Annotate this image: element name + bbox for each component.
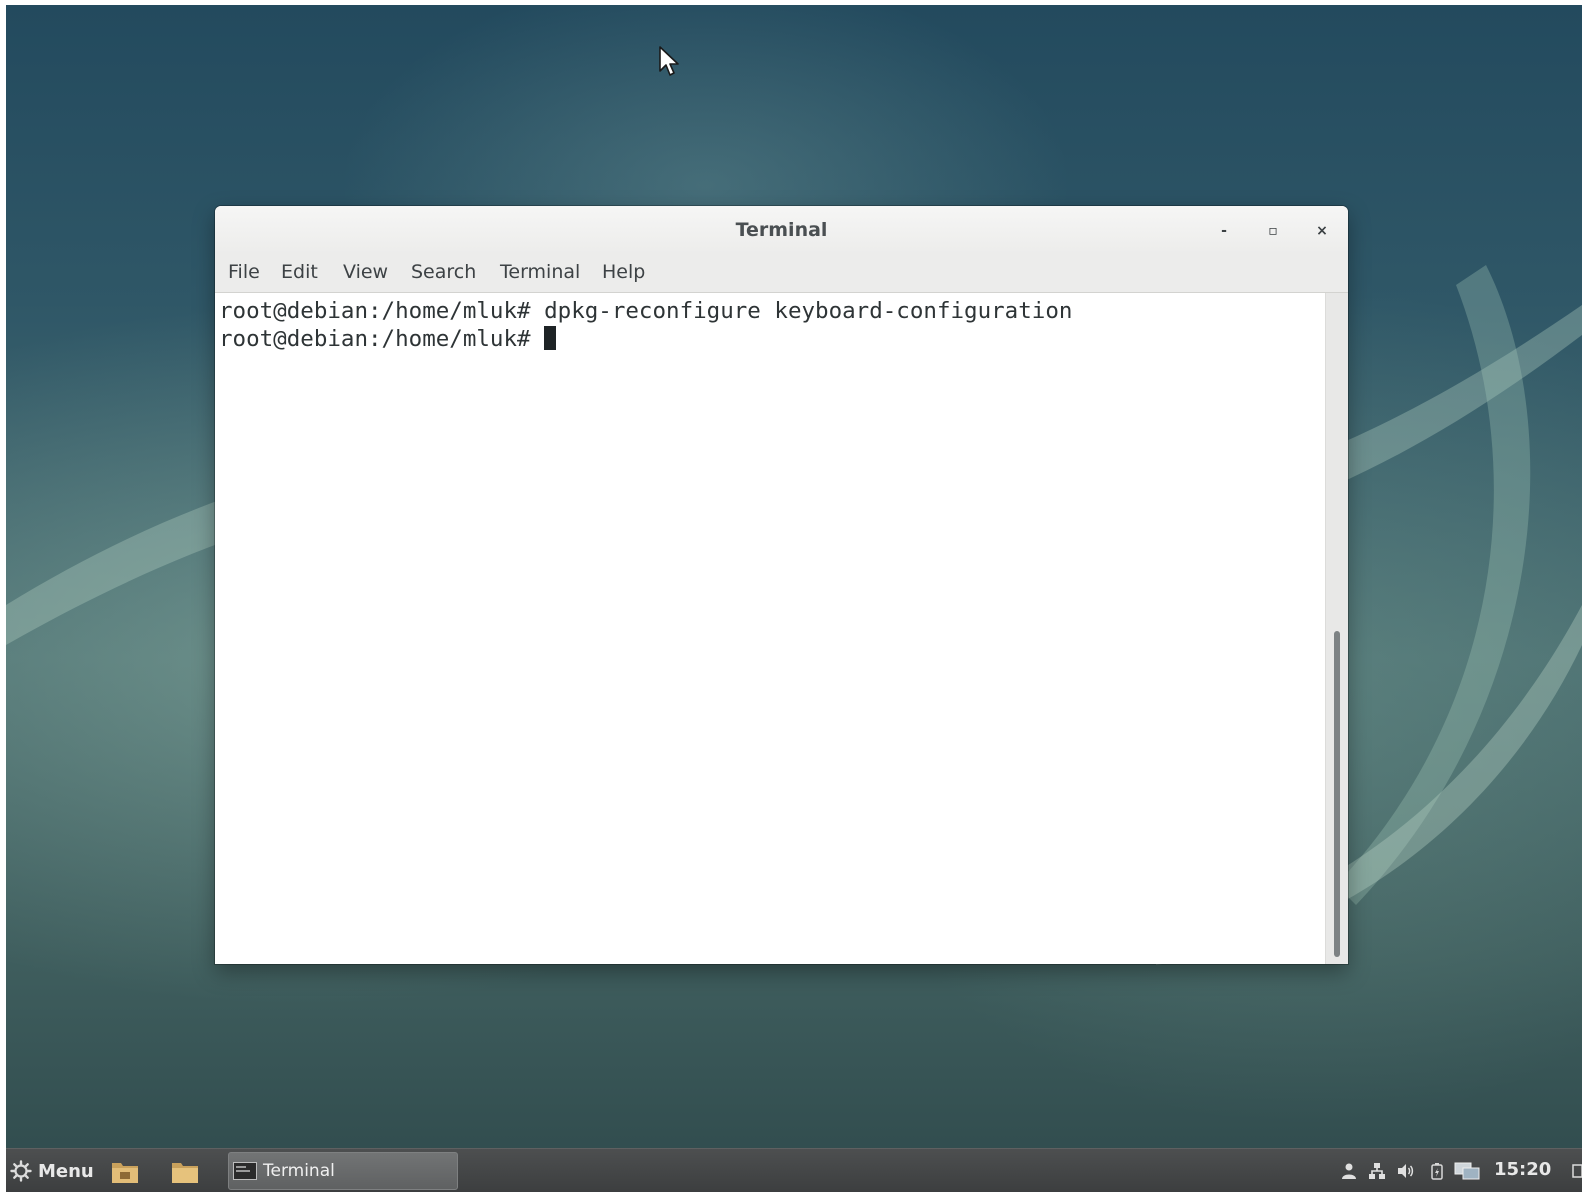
terminal-prompt-line: root@debian:/home/mluk#	[219, 326, 557, 352]
battery-icon[interactable]	[1428, 1162, 1446, 1180]
mouse-pointer-icon	[659, 46, 679, 76]
scrollbar[interactable]	[1325, 293, 1348, 964]
gear-icon	[10, 1160, 32, 1182]
network-icon[interactable]	[1368, 1162, 1386, 1180]
terminal-line-text: root@debian:/home/mluk#	[219, 326, 545, 352]
menu-edit[interactable]: Edit	[281, 261, 318, 283]
file-manager-home-icon	[112, 1163, 138, 1183]
menu-button[interactable]: Menu	[10, 1155, 94, 1187]
taskbar-item-terminal[interactable]: Terminal	[228, 1152, 458, 1190]
close-button[interactable]: ×	[1309, 218, 1335, 244]
minimize-button[interactable]: -	[1211, 218, 1237, 244]
display-icon[interactable]	[1454, 1162, 1480, 1180]
menu-file[interactable]: File	[228, 261, 260, 283]
menu-view[interactable]: View	[343, 261, 388, 283]
text-cursor	[544, 326, 557, 350]
terminal-icon	[233, 1162, 257, 1180]
file-manager-home-launcher[interactable]	[110, 1157, 140, 1185]
scrollbar-thumb[interactable]	[1334, 631, 1340, 957]
window-titlebar[interactable]: Terminal - ▫ ×	[215, 206, 1348, 254]
terminal-line: root@debian:/home/mluk# dpkg-reconfigure…	[219, 298, 1072, 324]
show-desktop-icon[interactable]	[1572, 1163, 1582, 1179]
terminal-line-text: root@debian:/home/mluk# dpkg-reconfigure…	[219, 298, 1073, 324]
menubar: File Edit View Search Terminal Help	[215, 254, 1348, 293]
window-title: Terminal	[735, 219, 828, 241]
taskbar: Menu Terminal 15:20	[6, 1148, 1582, 1192]
menu-label: Menu	[38, 1160, 94, 1182]
menu-help[interactable]: Help	[602, 261, 645, 283]
folder-launcher[interactable]	[170, 1157, 200, 1185]
menu-search[interactable]: Search	[411, 261, 476, 283]
terminal-window[interactable]: Terminal - ▫ × File Edit View Search Ter…	[215, 206, 1348, 964]
user-icon[interactable]	[1340, 1162, 1358, 1180]
terminal-output[interactable]: root@debian:/home/mluk# dpkg-reconfigure…	[215, 293, 1325, 964]
desktop[interactable]: Terminal - ▫ × File Edit View Search Ter…	[6, 5, 1582, 1192]
menu-terminal[interactable]: Terminal	[500, 261, 580, 283]
volume-icon[interactable]	[1396, 1162, 1414, 1180]
taskbar-item-label: Terminal	[263, 1161, 335, 1181]
maximize-button[interactable]: ▫	[1260, 218, 1286, 244]
folder-icon	[172, 1163, 198, 1183]
clock[interactable]: 15:20	[1494, 1159, 1551, 1180]
